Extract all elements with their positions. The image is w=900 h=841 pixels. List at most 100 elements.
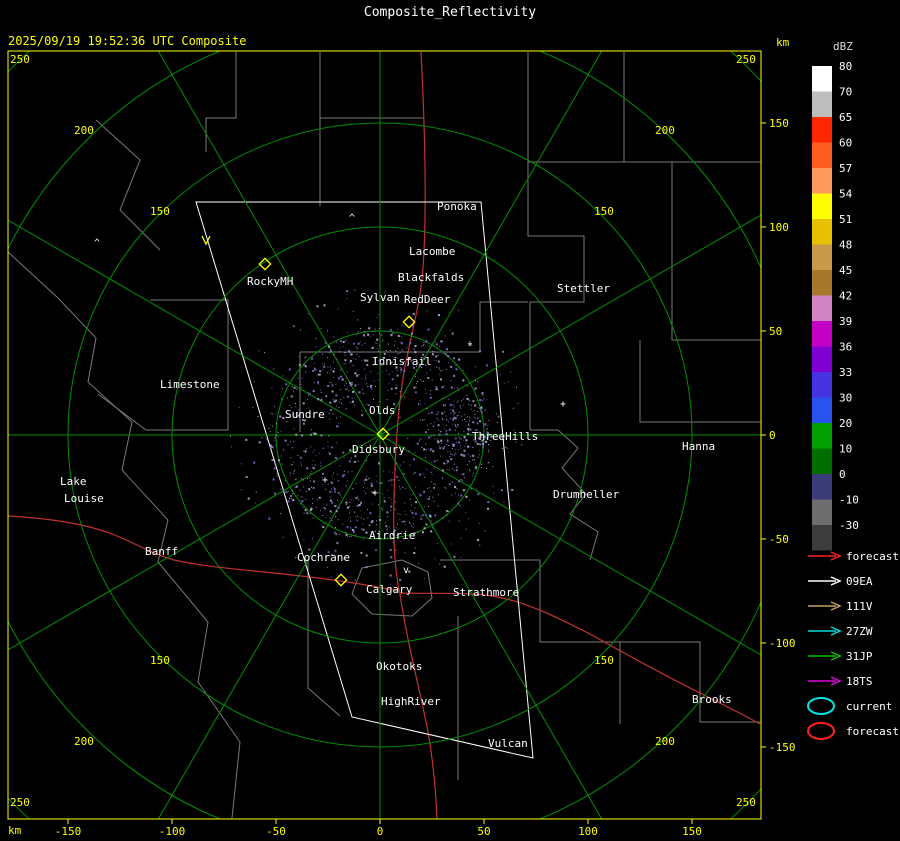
city-label: RedDeer xyxy=(404,293,451,306)
scale-value: 54 xyxy=(839,188,853,201)
scale-swatch xyxy=(812,193,832,219)
range-label: 200 xyxy=(74,735,94,748)
radar-app-window: Composite_Reflectivity 2025/09/19 19:52:… xyxy=(0,0,900,841)
city-label: Sylvan xyxy=(360,291,400,304)
city-label: ThreeHills xyxy=(472,430,538,443)
scale-swatch xyxy=(812,66,832,92)
right-axis-label: 150 xyxy=(769,117,789,130)
bottom-axis-unit-label: km xyxy=(8,824,22,837)
city-label: HighRiver xyxy=(381,695,441,708)
station-marker: ^ xyxy=(94,238,100,249)
scale-value: 60 xyxy=(839,137,852,150)
scale-value: 48 xyxy=(839,239,852,252)
city-label: Okotoks xyxy=(376,660,422,673)
right-axis-label: -150 xyxy=(769,741,796,754)
scale-value: 30 xyxy=(839,392,852,405)
scale-value: 39 xyxy=(839,315,852,328)
range-label: 200 xyxy=(74,124,94,137)
city-label: Lacombe xyxy=(409,245,455,258)
city-label: Hanna xyxy=(682,440,715,453)
city-label: Banff xyxy=(145,545,178,558)
city-label: Blackfalds xyxy=(398,271,464,284)
scale-value: 42 xyxy=(839,290,852,303)
city-label: Olds xyxy=(369,404,396,417)
scale-swatch xyxy=(812,91,832,117)
bottom-axis-label: -150 xyxy=(55,825,82,838)
bottom-axis-label: 150 xyxy=(682,825,702,838)
range-label: 250 xyxy=(736,53,756,66)
legend-arrow-label: forecast xyxy=(846,550,899,563)
legend-unit-label: dBZ xyxy=(833,40,853,53)
station-marker: + xyxy=(372,488,378,499)
legend-arrow-label: 18TS xyxy=(846,675,873,688)
scale-value: 80 xyxy=(839,60,852,73)
legend-arrow-label: 31JP xyxy=(846,650,873,663)
scale-swatch xyxy=(812,448,832,474)
city-label: Innisfail xyxy=(372,355,432,368)
city-label: Ponoka xyxy=(437,200,477,213)
range-label: 200 xyxy=(655,735,675,748)
city-label: Strathmore xyxy=(453,586,519,599)
station-marker: + xyxy=(560,399,566,410)
legend-ellipse-label: current xyxy=(846,700,892,713)
range-label: 200 xyxy=(655,124,675,137)
right-axis-label: 0 xyxy=(769,429,776,442)
city-label: Vulcan xyxy=(488,737,528,750)
bottom-axis-label: -100 xyxy=(159,825,186,838)
range-label: 150 xyxy=(150,654,170,667)
city-label: Cochrane xyxy=(297,551,350,564)
scale-value: 65 xyxy=(839,111,852,124)
scale-swatch xyxy=(812,295,832,321)
scale-value: 10 xyxy=(839,443,852,456)
scale-swatch xyxy=(812,244,832,270)
range-label: 150 xyxy=(150,205,170,218)
bottom-axis-label: -50 xyxy=(266,825,286,838)
bottom-axis-label: 50 xyxy=(477,825,490,838)
scale-value: 20 xyxy=(839,417,852,430)
city-label: Drumheller xyxy=(553,488,620,501)
station-marker: * xyxy=(467,341,473,352)
city-label: Didsbury xyxy=(352,443,405,456)
scale-swatch xyxy=(812,423,832,449)
legend-arrow-label: 09EA xyxy=(846,575,873,588)
city-label: Louise xyxy=(64,492,104,505)
scale-value: 0 xyxy=(839,468,846,481)
scale-value: 45 xyxy=(839,264,852,277)
scale-value: 36 xyxy=(839,341,852,354)
right-axis-label: 100 xyxy=(769,221,789,234)
station-marker: + xyxy=(322,475,328,486)
scale-value: 70 xyxy=(839,86,852,99)
right-axis-label: -100 xyxy=(769,637,796,650)
bottom-axis-label: 0 xyxy=(377,825,384,838)
bottom-axis-label: 100 xyxy=(578,825,598,838)
scale-swatch xyxy=(812,321,832,347)
city-label: Calgary xyxy=(366,583,413,596)
range-label: 150 xyxy=(594,205,614,218)
scale-value: -10 xyxy=(839,494,859,507)
scale-value: 57 xyxy=(839,162,852,175)
right-axis-label: 50 xyxy=(769,325,782,338)
range-label: 250 xyxy=(736,796,756,809)
window-title: Composite_Reflectivity xyxy=(364,5,536,20)
scale-value: -30 xyxy=(839,519,859,532)
right-axis-unit-label: km xyxy=(776,36,790,49)
range-label: 250 xyxy=(10,796,30,809)
scale-swatch xyxy=(812,219,832,245)
station-marker: v xyxy=(403,565,409,576)
city-label: Airdrie xyxy=(369,529,415,542)
scale-swatch xyxy=(812,525,832,551)
scale-swatch xyxy=(812,270,832,296)
window-background xyxy=(0,0,900,841)
legend-arrow-label: 27ZW xyxy=(846,625,873,638)
timestamp-label: 2025/09/19 19:52:36 UTC Composite xyxy=(8,34,246,48)
scale-value: 51 xyxy=(839,213,852,226)
legend-arrow-label: 111V xyxy=(846,600,873,613)
scale-swatch xyxy=(812,346,832,372)
scale-swatch xyxy=(812,117,832,143)
scale-swatch xyxy=(812,474,832,500)
scale-value: 33 xyxy=(839,366,852,379)
city-label: Limestone xyxy=(160,378,220,391)
scale-swatch xyxy=(812,397,832,423)
city-label: RockyMH xyxy=(247,275,293,288)
right-axis-label: -50 xyxy=(769,533,789,546)
